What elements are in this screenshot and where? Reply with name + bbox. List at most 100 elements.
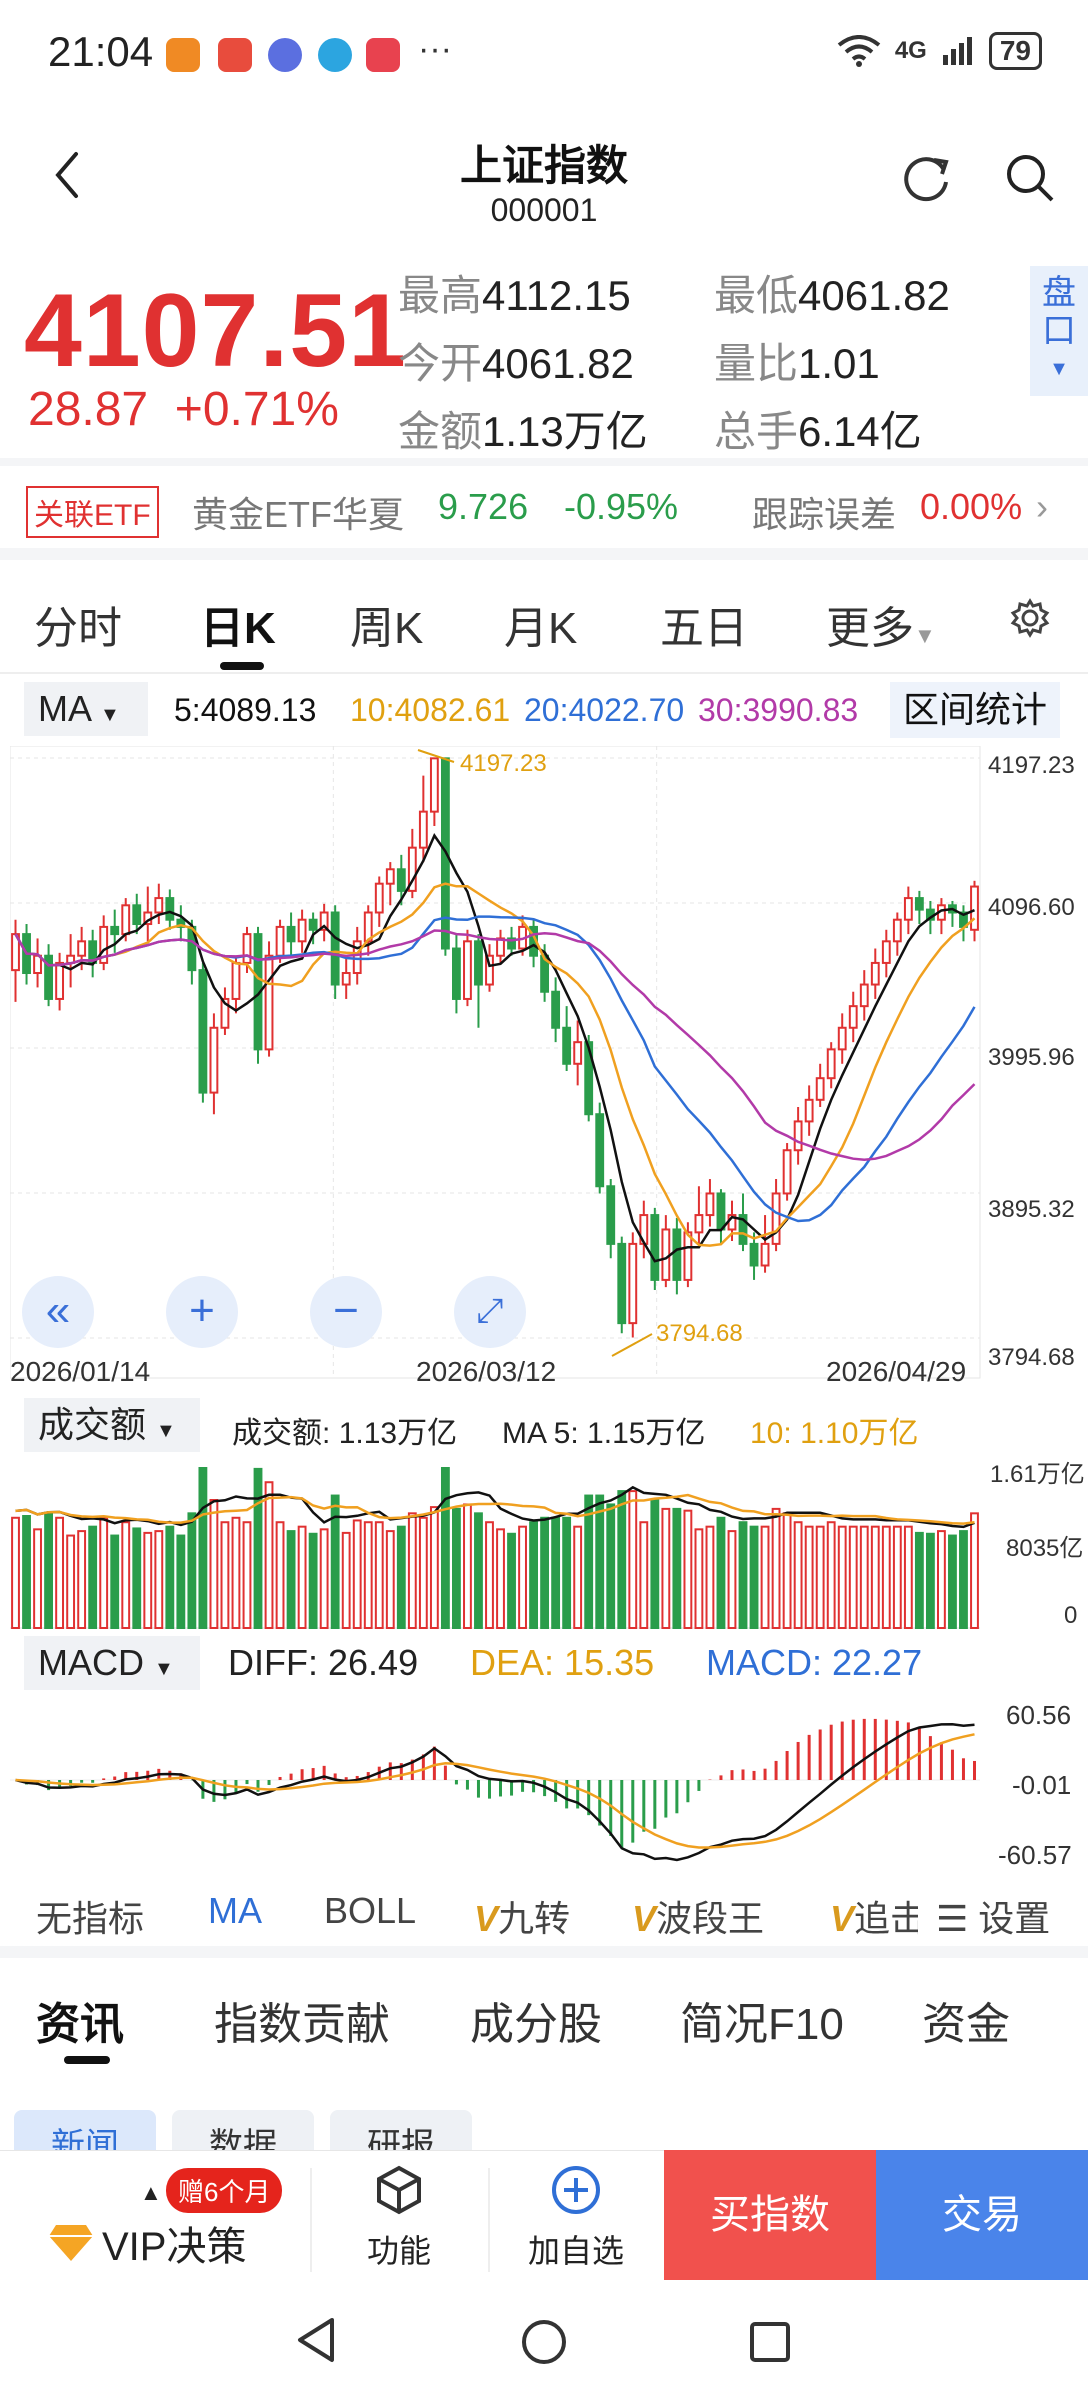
zoom-in-button[interactable]: + — [166, 1276, 238, 1348]
candle-body — [892, 918, 902, 943]
indicator-zhuiji[interactable]: V追击 — [830, 1890, 918, 1942]
tab-weekly-k[interactable]: 周K — [350, 592, 423, 656]
volume-bar — [771, 1507, 781, 1630]
candle-body — [859, 983, 869, 1008]
fullscreen-icon[interactable]: ⤢ — [454, 1276, 526, 1348]
vol-ma10-val: 1.10万亿 — [800, 1417, 919, 1450]
vol-tick: 0 — [1064, 1602, 1078, 1629]
status-time: 21:04 — [48, 28, 154, 75]
tab-five-day[interactable]: 五日 — [660, 592, 748, 656]
more-notifications-icon: ··· — [418, 30, 452, 68]
search-icon[interactable] — [1004, 152, 1056, 204]
range-stats-button[interactable]: 区间统计 — [890, 682, 1060, 738]
volume-bar — [165, 1525, 175, 1629]
volume-bar — [286, 1530, 296, 1629]
tab-funds[interactable]: 资金 — [922, 1988, 1010, 2052]
tab-monthly-k[interactable]: 月K — [504, 592, 577, 656]
volume-bar — [99, 1516, 109, 1629]
macd-tick: 60.56 — [1006, 1700, 1072, 1730]
candle-body — [837, 1026, 847, 1051]
caret-down-icon: ▼ — [100, 704, 120, 726]
volume-bar — [837, 1525, 847, 1629]
v-badge-icon: V — [632, 1898, 657, 1939]
dea-label: DEA: — [470, 1642, 555, 1683]
chevron-right-icon[interactable]: › — [1036, 486, 1048, 528]
add-watchlist-label: 加自选 — [527, 2233, 624, 2269]
candle-body — [165, 897, 175, 921]
candle-body — [782, 1149, 792, 1195]
indicator-boduanwang[interactable]: V波段王 — [632, 1890, 764, 1942]
tab-index-contribution[interactable]: 指数贡献 — [214, 1988, 390, 2052]
stat-high: 最高4112.15 — [398, 262, 631, 323]
nav-recents-icon[interactable] — [748, 2320, 792, 2364]
volume-bar — [198, 1467, 208, 1629]
tab-daily-k[interactable]: 日K — [200, 592, 276, 656]
indicator-none[interactable]: 无指标 — [36, 1890, 144, 1942]
order-book-toggle[interactable]: 盘口 ▼ — [1030, 266, 1088, 396]
scroll-left-button[interactable]: « — [22, 1276, 94, 1348]
music-note-icon — [268, 38, 302, 72]
ma-indicator-select[interactable]: MA ▼ — [24, 682, 148, 736]
tab-news[interactable]: 资讯 — [36, 1988, 124, 2052]
tab-intraday[interactable]: 分时 — [34, 592, 122, 656]
volume-bar — [826, 1521, 836, 1629]
volume-bar — [418, 1516, 428, 1629]
candle-body — [297, 918, 307, 943]
indicator-boll[interactable]: BOLL — [324, 1890, 416, 1932]
volume-indicator-select[interactable]: 成交额 ▼ — [24, 1398, 200, 1452]
signal-icon — [942, 37, 972, 65]
volume-bar — [970, 1512, 979, 1629]
volume-bar — [639, 1521, 649, 1629]
stat-label: 最低 — [714, 272, 799, 319]
candle-body — [826, 1048, 836, 1080]
trade-button[interactable]: 交易 — [876, 2150, 1088, 2280]
volume-bar — [242, 1521, 252, 1629]
etf-name[interactable]: 黄金ETF华夏 — [192, 486, 404, 538]
tab-constituents[interactable]: 成分股 — [470, 1988, 602, 2052]
candle-body — [804, 1098, 814, 1123]
v-badge-icon: V — [474, 1898, 499, 1939]
candle-body — [286, 925, 296, 943]
indicator-jiuzhuan[interactable]: V九转 — [474, 1890, 570, 1942]
nav-home-icon[interactable] — [520, 2318, 568, 2366]
tab-profile-f10[interactable]: 简况F10 — [680, 1988, 844, 2052]
music-app-icon — [218, 38, 252, 72]
volume-bar — [848, 1525, 858, 1629]
volume-bar — [55, 1516, 65, 1629]
add-watchlist-button[interactable]: 加自选 — [520, 2162, 632, 2272]
vol-select-label: 成交额 — [38, 1404, 147, 1445]
vip-button[interactable]: VIP决策 — [48, 2214, 246, 2272]
stat-value: 4061.82 — [798, 272, 950, 319]
gear-icon[interactable] — [1010, 598, 1050, 638]
volume-chart — [10, 1467, 980, 1630]
indicator-ma[interactable]: MA — [208, 1890, 262, 1932]
macd-select-label: MACD — [38, 1642, 144, 1683]
volume-bar — [562, 1516, 572, 1629]
buy-index-button[interactable]: 买指数 — [664, 2150, 876, 2280]
vol-ma10-line — [15, 1493, 975, 1525]
volume-bar — [606, 1503, 616, 1629]
volume-bar — [429, 1506, 439, 1629]
pankou-char: 口 — [1042, 312, 1076, 350]
candle-body — [705, 1192, 715, 1217]
volume-bar — [782, 1512, 792, 1629]
zoom-out-button[interactable]: − — [310, 1276, 382, 1348]
function-button[interactable]: 功能 — [354, 2162, 444, 2272]
refresh-icon[interactable] — [898, 150, 954, 206]
stat-amount: 金额1.13万亿 — [398, 398, 648, 459]
ma10-value: 10:4082.61 — [350, 692, 511, 728]
volume-bar — [617, 1490, 627, 1629]
nav-back-icon[interactable] — [294, 2316, 338, 2364]
volume-bar — [694, 1528, 704, 1629]
volume-bar — [683, 1509, 693, 1630]
y-tick: 3995.96 — [988, 1044, 1075, 1071]
tracking-error-label: 跟踪误差 — [752, 494, 897, 535]
volume-ma10: 10: 1.10万亿 — [750, 1408, 918, 1452]
macd-indicator-select[interactable]: MACD ▼ — [24, 1636, 200, 1690]
volume-ma5: MA 5: 1.15万亿 — [502, 1408, 705, 1452]
tab-more[interactable]: 更多▼ — [826, 592, 936, 656]
indicator-settings[interactable]: ☰ 设置 — [936, 1890, 1050, 1942]
stat-label: 总手 — [714, 408, 799, 455]
candle-body — [661, 1228, 671, 1281]
stat-label: 今开 — [398, 340, 483, 387]
